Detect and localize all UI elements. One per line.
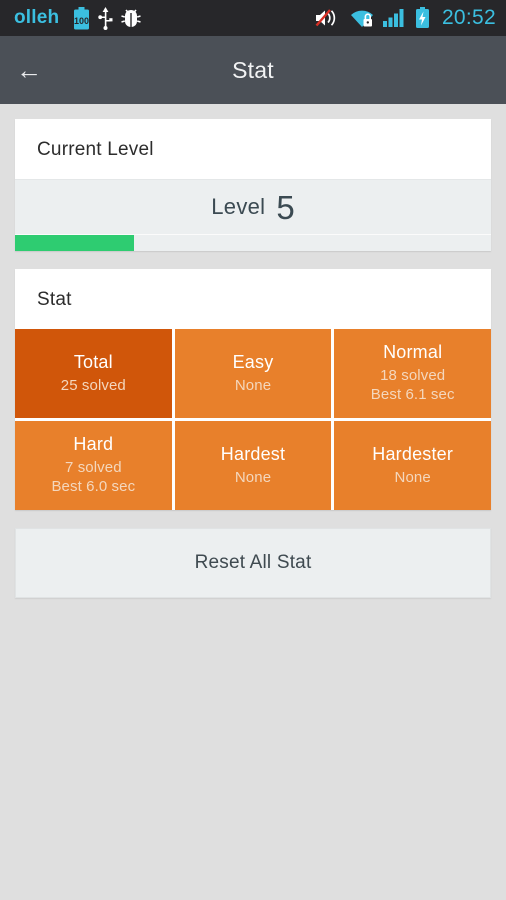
stat-cell-hardester[interactable]: Hardester None — [334, 421, 492, 510]
stat-card: Stat Total 25 solved Easy None Normal 18 solv… — [15, 269, 492, 510]
svg-text:100: 100 — [74, 16, 89, 26]
stat-cell-label: Hardester — [372, 443, 454, 464]
stat-grid-row: Hard 7 solved Best 6.0 sec Hardest None Harde… — [15, 421, 492, 510]
app-bar: ← Stat — [0, 36, 506, 104]
stat-cell-label: Hardest — [220, 443, 286, 464]
back-arrow-icon: ← — [16, 55, 42, 85]
status-bar-right: 20:52 — [311, 6, 496, 30]
back-button[interactable]: ← — [0, 36, 58, 104]
stat-cell-solved: None — [234, 376, 272, 394]
level-panel: Level 5 — [15, 179, 491, 234]
app-screen: olleh 100 20:52 ← Stat Current Level Lev… — [0, 0, 506, 900]
usb-icon — [98, 6, 113, 30]
status-bar: olleh 100 20:52 — [0, 0, 506, 36]
current-level-title: Current Level — [37, 139, 154, 160]
stat-cell-solved: None — [394, 468, 431, 486]
status-bar-left: olleh 100 — [14, 6, 145, 30]
stat-cell-solved: 7 solved — [65, 459, 122, 477]
stat-cell-label: Easy — [232, 351, 274, 372]
stat-cell-label: Normal — [383, 342, 443, 363]
level-number: 5 — [276, 188, 295, 226]
level-progress-fill — [15, 235, 134, 251]
stat-cell-label: Hard — [73, 434, 114, 455]
page-title: Stat — [232, 56, 274, 83]
status-bar-clock: 20:52 — [441, 6, 496, 29]
signal-bars-icon — [382, 8, 407, 28]
level-word: Level — [211, 194, 266, 219]
stat-grid: Total 25 solved Easy None Normal 18 solved Bes… — [15, 329, 492, 510]
battery-icon: 100 — [73, 6, 90, 30]
stat-cell-solved: None — [234, 468, 272, 486]
reset-all-stat-card: Reset All Stat — [15, 528, 491, 598]
reset-all-stat-label: Reset All Stat — [194, 552, 312, 573]
stat-cell-best-time: Best 6.1 sec — [370, 386, 455, 403]
stat-cell-label: Total — [73, 351, 113, 372]
carrier-label: olleh — [14, 7, 60, 28]
stat-cell-hard[interactable]: Hard 7 solved Best 6.0 sec — [15, 421, 172, 510]
stat-cell-total[interactable]: Total 25 solved — [15, 329, 172, 418]
stat-cell-normal[interactable]: Normal 18 solved Best 6.1 sec — [334, 329, 492, 418]
bug-icon — [121, 8, 142, 28]
content-area: Current Level Level 5 Stat Total 25 solve… — [0, 104, 506, 900]
stat-grid-row: Total 25 solved Easy None Normal 18 solved Bes… — [15, 329, 492, 418]
stat-cell-hardest[interactable]: Hardest None — [174, 421, 332, 510]
stat-cell-best-time: Best 6.0 sec — [51, 478, 136, 495]
level-progress-bar — [15, 234, 491, 251]
volume-muted-icon — [315, 8, 341, 28]
stat-card-title: Stat — [37, 289, 72, 310]
stat-cell-easy[interactable]: Easy None — [174, 329, 332, 418]
wifi-secured-icon — [349, 8, 375, 28]
stat-cell-solved: 18 solved — [380, 367, 446, 385]
battery-charging-icon — [415, 7, 430, 29]
current-level-card: Current Level Level 5 — [15, 119, 491, 251]
stat-cell-solved: 25 solved — [60, 376, 126, 394]
reset-all-stat-button[interactable]: Reset All Stat — [15, 528, 491, 598]
